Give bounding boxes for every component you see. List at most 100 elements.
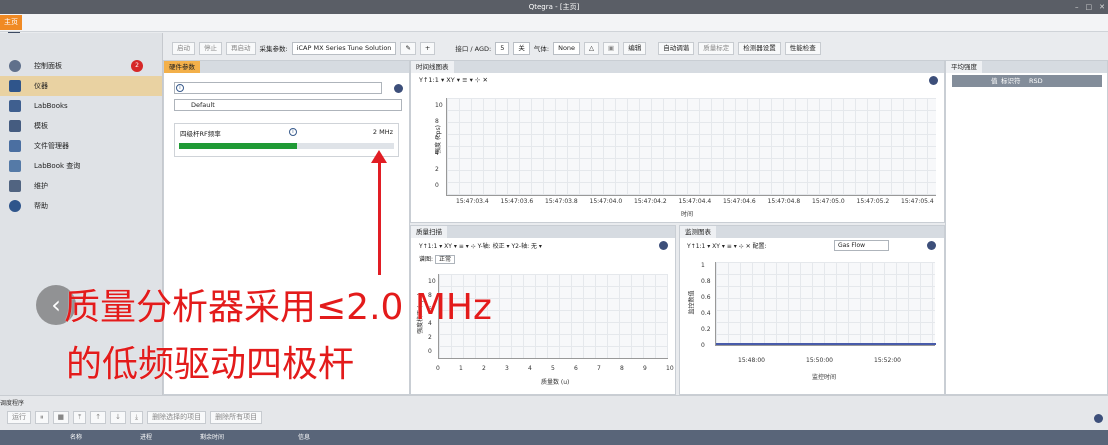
tick-label: 6 <box>574 365 578 372</box>
sidebar-item-help[interactable]: 帮助 <box>0 196 162 216</box>
gear-icon[interactable] <box>1094 414 1103 423</box>
close-icon[interactable]: ✕ <box>1099 0 1105 14</box>
detector-settings-button[interactable]: 检测器设置 <box>738 41 781 55</box>
search-folder-icon <box>9 160 21 172</box>
tab-hardware[interactable]: 硬件参数 <box>164 61 200 73</box>
tick-label: 15:47:04.0 <box>589 198 623 205</box>
sidebar-item-label: 仪器 <box>34 82 48 90</box>
spectrum-controls[interactable]: Y↑1:1 ▾ XY ▾ ≡ ▾ ⊹ Y-轴: 校正 ▾ Y2-轴: 无 ▾ <box>419 241 542 250</box>
tick-label: 15:47:05.2 <box>856 198 890 205</box>
remove-selected-button[interactable]: 删除选择的项目 <box>147 411 207 424</box>
timeseries-x-label: 时间 <box>681 211 694 218</box>
sidebar-item-dashboard[interactable]: 控制面板 2 <box>0 56 162 76</box>
tick-label: 0.6 <box>701 294 711 301</box>
column-remaining-time: 剩余时间 <box>200 434 225 441</box>
sidebar: 控制面板 2 仪器 LabBooks 模板 文件管理器 LabBook 查询 维护… <box>0 33 163 395</box>
sidebar-item-labbook-query[interactable]: LabBook 查询 <box>0 156 162 176</box>
tick-label: 0.2 <box>701 326 711 333</box>
caption-line-2: 的低频驱动四极杆 <box>66 344 355 385</box>
maximize-icon[interactable]: □ <box>1086 0 1093 14</box>
dashboard-icon <box>9 60 21 72</box>
rf-frequency-value: 2 MHz <box>372 128 393 136</box>
home-tab[interactable]: 主页 <box>0 15 22 30</box>
gear-icon[interactable] <box>929 76 938 85</box>
autotune-button[interactable]: 自动调谐 <box>658 41 695 55</box>
move-down-icon[interactable]: ↓ <box>110 411 126 424</box>
spectrum-mode-select[interactable]: 正常 <box>435 255 456 264</box>
move-up-icon[interactable]: ↑ <box>90 411 107 424</box>
average-intensity-panel: 平均强度 值标识符 RSD <box>945 60 1108 395</box>
tick-label: 15:47:05.4 <box>901 198 934 205</box>
monitor-plot-area <box>715 262 936 346</box>
tick-label: 0.8 <box>701 278 711 285</box>
tab-timeseries[interactable]: 时间线图表 <box>411 61 454 73</box>
tick-label: 10 <box>435 102 443 109</box>
gear-icon[interactable] <box>394 84 403 93</box>
standby-button[interactable]: 再启动 <box>226 41 256 55</box>
tick-label: 8 <box>435 118 439 125</box>
tick-label: 8 <box>620 365 624 372</box>
run-button[interactable]: 运行 <box>7 411 31 424</box>
start-button[interactable]: 启动 <box>172 41 195 55</box>
minimize-icon[interactable]: – <box>1075 0 1079 14</box>
edit-button[interactable]: 编辑 <box>623 41 647 55</box>
main-toolbar: 启动 停止 再启动 采集参数: iCAP MX Series Tune Solu… <box>163 39 1108 57</box>
pause-icon[interactable]: ⏸ <box>35 411 49 424</box>
tick-label: 0 <box>435 182 439 189</box>
tick-label: 4 <box>435 150 439 157</box>
add-icon[interactable]: + <box>419 41 436 55</box>
stop-icon[interactable]: ■ <box>52 411 70 424</box>
performance-check-button[interactable]: 性能检查 <box>784 41 821 55</box>
sidebar-item-templates[interactable]: 模板 <box>0 116 162 136</box>
port-input[interactable]: 5 <box>495 41 510 55</box>
tick-label: 15:52:00 <box>874 357 901 364</box>
tab-average[interactable]: 平均强度 <box>946 61 982 73</box>
window-buttons: – □ ✕ <box>1075 0 1105 14</box>
book-icon <box>9 100 21 112</box>
home-menu-row: 主页 <box>0 14 1108 42</box>
tick-label: 9 <box>643 365 647 372</box>
sidebar-item-instrument[interactable]: 仪器 <box>0 76 162 96</box>
stop-button[interactable]: 停止 <box>199 41 222 55</box>
sidebar-item-labbooks[interactable]: LabBooks <box>0 96 162 116</box>
sidebar-item-file-manager[interactable]: 文件管理器 <box>0 136 162 156</box>
gas-select[interactable]: None <box>553 41 581 55</box>
monitor-panel: 监测图表 Y↑1:1 ▾ XY ▾ ≡ ▾ ⊹ ✕ 配置: Gas Flow 监… <box>679 225 945 395</box>
timeseries-plot-area <box>446 98 936 196</box>
rf-progress-fill <box>179 143 298 149</box>
move-top-icon[interactable]: ⤒ <box>73 411 87 424</box>
help-icon <box>9 200 21 212</box>
template-icon <box>9 120 21 132</box>
gear-icon[interactable] <box>927 241 936 250</box>
timeseries-controls[interactable]: Y↑1:1 ▾ XY ▾ ≡ ▾ ⊹ ✕ <box>419 76 488 84</box>
quality-calibration-button[interactable]: 质量标定 <box>698 41 735 55</box>
monitor-controls[interactable]: Y↑1:1 ▾ XY ▾ ≡ ▾ ⊹ ✕ 配置: <box>687 241 767 250</box>
window-titlebar: Qtegra - [主页] – □ ✕ <box>0 0 1108 14</box>
hardware-search-input[interactable] <box>174 82 382 94</box>
remove-all-button[interactable]: 删除所有项目 <box>210 411 263 424</box>
warning-icon[interactable]: △ <box>584 41 600 55</box>
sidebar-item-maintenance[interactable]: 维护 <box>0 176 162 196</box>
move-bottom-icon[interactable]: ⤓ <box>129 411 144 424</box>
scheduler-table-header: 名称 进程 剩余时间 信息 <box>0 430 1108 445</box>
tick-label: 3 <box>505 365 509 372</box>
tab-spectrum[interactable]: 质量扫描 <box>411 226 447 238</box>
column-progress: 进程 <box>140 434 153 441</box>
tick-label: 15:50:00 <box>806 357 833 364</box>
tick-label: 1 <box>701 262 705 269</box>
profile-select[interactable]: Default <box>174 99 402 111</box>
tab-monitor[interactable]: 监测图表 <box>680 226 716 238</box>
monitor-config-select[interactable]: Gas Flow <box>834 240 889 251</box>
sidebar-item-label: 文件管理器 <box>34 142 69 150</box>
params-select[interactable]: iCAP MX Series Tune Solution <box>291 41 397 55</box>
sidebar-item-label: 控制面板 <box>34 62 62 70</box>
profile-label: Default <box>191 101 215 109</box>
timeseries-panel: 时间线图表 Y↑1:1 ▾ XY ▾ ≡ ▾ ⊹ ✕ 强度 (cps) 时间 1… <box>410 60 945 223</box>
pencil-icon[interactable]: ✎ <box>400 41 416 55</box>
rf-frequency-card: 四级杆RF频率 i 2 MHz <box>174 123 399 157</box>
save-icon[interactable]: ▣ <box>603 41 620 55</box>
tick-label: 15:47:04.4 <box>678 198 712 205</box>
red-arrow-shaft <box>378 160 381 275</box>
gear-icon[interactable] <box>659 241 668 250</box>
port-unit[interactable]: 关 <box>513 41 530 55</box>
